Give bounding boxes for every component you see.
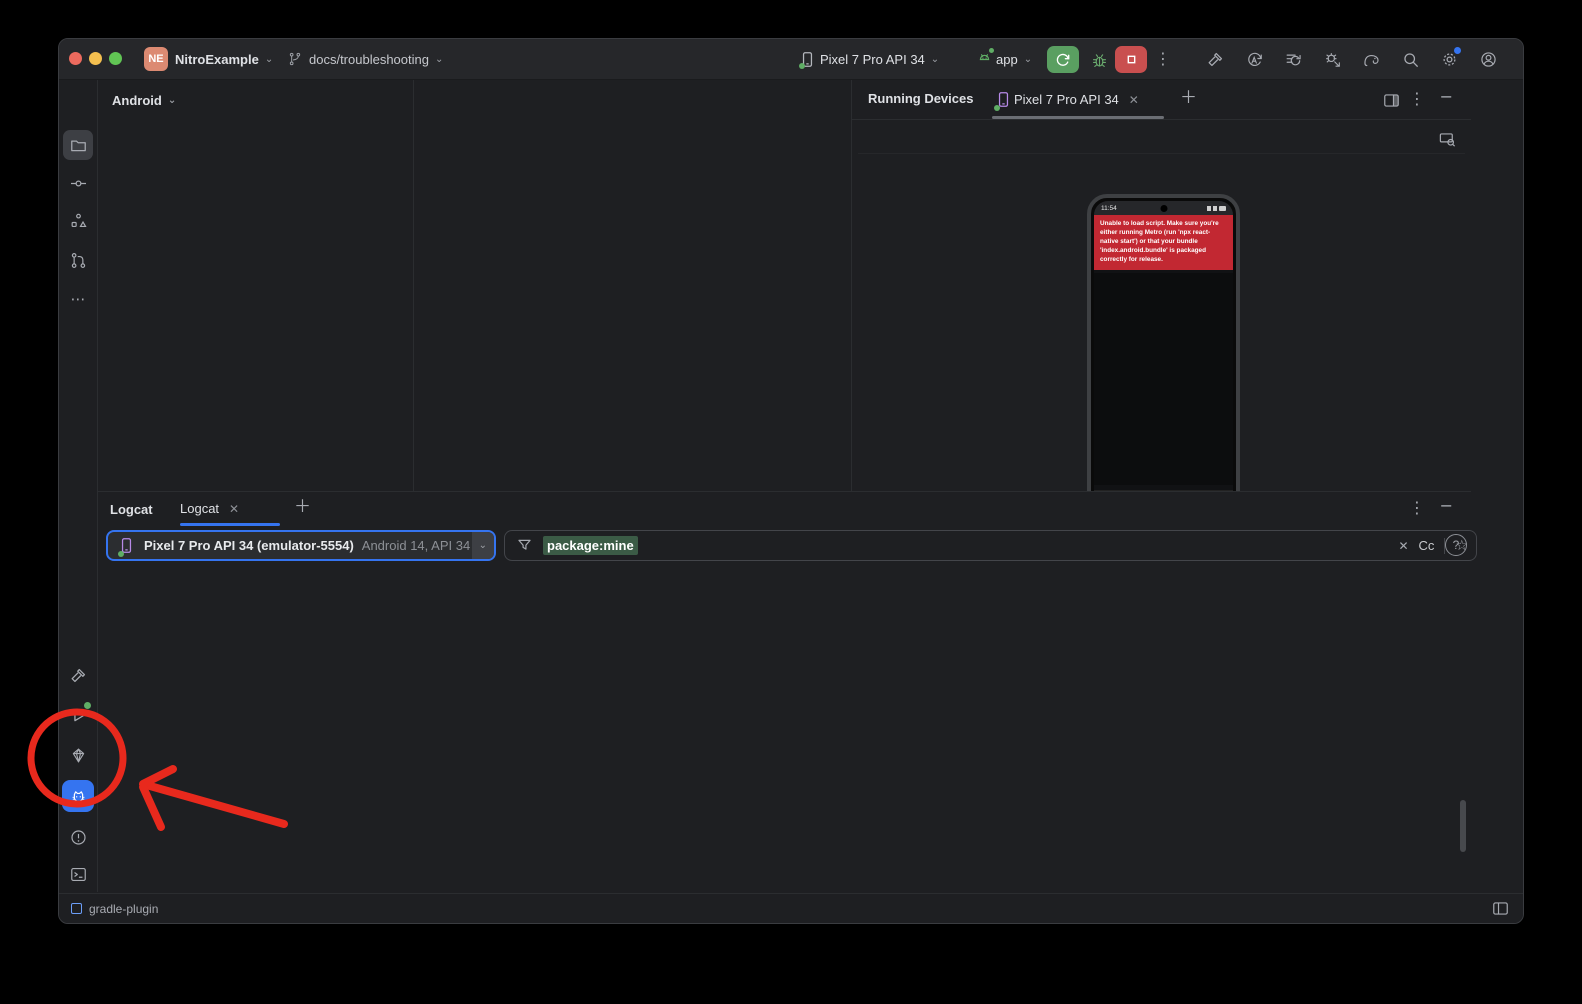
- problems-tool-icon[interactable]: [63, 822, 93, 852]
- vertical-scrollbar[interactable]: [1460, 800, 1466, 852]
- logcat-filter-row: Pixel 7 Pro API 34 (emulator-5554) Andro…: [98, 526, 1471, 566]
- logcat-toolbar: [98, 568, 138, 894]
- phone-camera-hole: [1160, 205, 1167, 212]
- filter-query-text[interactable]: package:mine: [543, 536, 638, 555]
- device-phone-icon: [992, 86, 1014, 114]
- project-panel: Android ⌄: [98, 80, 414, 491]
- new-tab-plus-icon[interactable]: ＋: [1180, 90, 1197, 107]
- run-tool-icon[interactable]: [63, 700, 93, 730]
- close-tab-icon[interactable]: ✕: [1129, 94, 1139, 106]
- device-phone-icon: [796, 45, 818, 73]
- logcat-tool-icon[interactable]: [62, 780, 94, 812]
- device-tab-label: Pixel 7 Pro API 34: [1014, 92, 1119, 107]
- stop-button[interactable]: [1115, 46, 1147, 73]
- status-bar: gradle-plugin: [59, 893, 1523, 923]
- project-view-label: Android: [112, 93, 162, 108]
- close-window-button[interactable]: [69, 52, 82, 65]
- panel-options-kebab-icon[interactable]: ⋮: [1409, 500, 1425, 516]
- run-config-selector[interactable]: app ⌄: [972, 39, 1032, 79]
- left-tool-strip: ⋯: [59, 80, 98, 892]
- desktop-background: NE NitroExample ⌄ docs/troubleshooting ⌄…: [0, 0, 1582, 1004]
- profiler-icon[interactable]: [1279, 45, 1307, 73]
- settings-gear-icon[interactable]: [1435, 45, 1463, 73]
- device-selector[interactable]: Pixel 7 Pro API 34 ⌄: [796, 39, 939, 79]
- logcat-device-detail: Android 14, API 34: [362, 538, 470, 553]
- logcat-panel: Logcat Logcat ✕ ＋ ⋮ − Pixel 7 Pro API 34…: [98, 491, 1471, 894]
- emulator-screen[interactable]: 11:54 Unable to load script. Make sure y…: [1094, 201, 1233, 519]
- hide-panel-icon[interactable]: −: [1440, 89, 1453, 105]
- match-case-toggle[interactable]: Cc: [1419, 538, 1435, 553]
- help-icon[interactable]: ?: [1445, 534, 1467, 556]
- run-config-name: app: [996, 52, 1018, 67]
- chevron-down-icon: ⌄: [1024, 54, 1032, 65]
- more-actions-kebab-icon[interactable]: ⋮: [1155, 51, 1171, 67]
- panel-options-kebab-icon[interactable]: ⋮: [1409, 91, 1425, 107]
- pull-requests-tool-icon[interactable]: [63, 245, 93, 275]
- device-phone-icon: [114, 532, 138, 560]
- more-tools-icon[interactable]: ⋯: [63, 284, 93, 314]
- chevron-down-icon: ⌄: [435, 54, 443, 65]
- gradle-sync-icon[interactable]: [1357, 45, 1385, 73]
- minimize-window-button[interactable]: [89, 52, 102, 65]
- logcat-tab-label: Logcat: [180, 501, 219, 516]
- device-name: Pixel 7 Pro API 34: [820, 52, 925, 67]
- project-icon-badge: NE: [144, 47, 168, 71]
- project-tool-icon[interactable]: [63, 130, 93, 160]
- app-insights-tool-icon[interactable]: [63, 740, 93, 770]
- attach-debugger-icon[interactable]: [1318, 45, 1346, 73]
- phone-clock: 11:54: [1101, 205, 1117, 212]
- status-board-icon[interactable]: [1489, 898, 1511, 920]
- chevron-down-icon: ⌄: [168, 95, 176, 106]
- build-tool-icon[interactable]: [63, 660, 93, 690]
- account-icon[interactable]: [1474, 45, 1502, 73]
- editor-empty-area: [415, 80, 851, 491]
- logcat-tab[interactable]: Logcat ✕: [180, 492, 239, 525]
- rn-error-banner: Unable to load script. Make sure you're …: [1094, 215, 1233, 270]
- project-name: NitroExample: [175, 52, 259, 67]
- android-studio-window: NE NitroExample ⌄ docs/troubleshooting ⌄…: [58, 38, 1524, 924]
- device-tab[interactable]: Pixel 7 Pro API 34 ✕: [992, 80, 1139, 119]
- logcat-panel-title: Logcat: [110, 502, 153, 517]
- title-bar: NE NitroExample ⌄ docs/troubleshooting ⌄…: [59, 39, 1523, 80]
- chevron-down-icon: ⌄: [265, 54, 273, 65]
- active-tab-indicator: [992, 116, 1164, 119]
- search-everywhere-icon[interactable]: [1396, 45, 1424, 73]
- filter-funnel-icon[interactable]: [513, 535, 535, 557]
- running-devices-panel: Running Devices Pixel 7 Pro API 34 ✕ ＋ ⋮…: [851, 80, 1471, 491]
- clear-filter-icon[interactable]: ✕: [1398, 540, 1408, 552]
- badge-dot: [84, 702, 91, 709]
- chevron-down-icon: ⌄: [931, 54, 939, 65]
- branch-selector[interactable]: docs/troubleshooting ⌄: [287, 39, 443, 79]
- logcat-log-list[interactable]: [149, 568, 1469, 886]
- close-tab-icon[interactable]: ✕: [229, 503, 239, 515]
- logcat-device-selector[interactable]: Pixel 7 Pro API 34 (emulator-5554) Andro…: [106, 530, 496, 561]
- rn-error-stacktrace: [1094, 273, 1233, 485]
- running-devices-header: Running Devices Pixel 7 Pro API 34 ✕ ＋ ⋮…: [852, 80, 1471, 120]
- status-module-label[interactable]: gradle-plugin: [89, 902, 158, 916]
- device-toolbar: [858, 120, 1465, 154]
- apply-changes-icon[interactable]: [1240, 45, 1268, 73]
- terminal-tool-icon[interactable]: [63, 859, 93, 889]
- branch-name: docs/troubleshooting: [309, 52, 429, 67]
- logcat-device-name: Pixel 7 Pro API 34 (emulator-5554): [144, 538, 354, 553]
- project-selector[interactable]: NitroExample ⌄: [175, 39, 273, 79]
- android-icon: [972, 45, 996, 73]
- module-status-icon: [71, 903, 82, 914]
- commit-tool-icon[interactable]: [63, 168, 93, 198]
- rerun-button[interactable]: [1047, 46, 1079, 73]
- maximize-window-button[interactable]: [109, 52, 122, 65]
- badge-dot: [1454, 47, 1461, 54]
- logcat-filter-field[interactable]: package:mine ✕ Cc ☆: [504, 530, 1477, 561]
- build-hammer-icon[interactable]: [1201, 45, 1229, 73]
- layout-icon[interactable]: [1377, 86, 1405, 114]
- running-devices-title: Running Devices: [868, 91, 973, 106]
- debug-button[interactable]: [1085, 46, 1113, 74]
- device-dropdown-chevron[interactable]: ⌄: [472, 532, 494, 559]
- emulator-phone[interactable]: 11:54 Unable to load script. Make sure y…: [1087, 194, 1240, 526]
- device-mirror-search-icon[interactable]: [1433, 125, 1461, 153]
- project-view-selector[interactable]: Android ⌄: [112, 93, 176, 108]
- new-logcat-tab-plus-icon[interactable]: ＋: [294, 499, 311, 516]
- hide-panel-icon[interactable]: −: [1440, 498, 1453, 514]
- structure-tool-icon[interactable]: [63, 205, 93, 235]
